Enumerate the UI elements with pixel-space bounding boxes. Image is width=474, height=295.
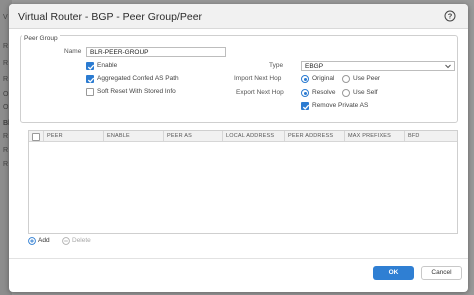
background-letter: O	[3, 91, 9, 98]
background-letter: R	[3, 147, 9, 154]
import-original-label: Original	[312, 75, 335, 82]
export-use-self-label: Use Self	[353, 89, 378, 96]
import-use-peer-label: Use Peer	[353, 75, 381, 82]
enable-checkbox[interactable]	[86, 62, 95, 70]
background-letter: V	[3, 14, 8, 21]
column-header-local-address[interactable]: LOCAL ADDRESS	[222, 131, 284, 142]
background-letter: R	[3, 43, 9, 50]
remove-private-as-checkbox[interactable]	[301, 102, 310, 110]
name-label: Name	[64, 48, 82, 55]
aggregated-confed-checkbox[interactable]	[86, 75, 95, 83]
type-select-value: EBGP	[305, 63, 324, 70]
column-header-peer-address[interactable]: PEER ADDRESS	[284, 131, 344, 142]
cancel-button[interactable]: Cancel	[421, 266, 462, 280]
dialog-title: Virtual Router - BGP - Peer Group/Peer	[18, 11, 203, 23]
column-header-max-prefixes[interactable]: MAX PREFIXES	[344, 131, 404, 142]
plus-circle-icon	[28, 237, 36, 249]
aggregated-confed-label: Aggregated Confed AS Path	[97, 75, 179, 82]
peer-group-legend: Peer Group	[22, 35, 60, 42]
export-resolve-radio[interactable]	[301, 89, 309, 97]
background-letter: R	[3, 60, 9, 67]
background-letter: O	[3, 104, 9, 111]
column-header-peer[interactable]: PEER	[43, 131, 103, 142]
enable-label: Enable	[97, 62, 118, 69]
import-use-peer-radio[interactable]	[342, 75, 350, 83]
import-next-hop-label: Import Next Hop	[234, 75, 282, 82]
import-original-radio[interactable]	[301, 75, 309, 83]
add-button[interactable]: Add	[28, 236, 58, 246]
delete-label: Delete	[72, 237, 91, 244]
type-label: Type	[269, 62, 284, 69]
question-circle-icon[interactable]: ?	[444, 10, 456, 22]
soft-reset-label: Soft Reset With Stored Info	[97, 88, 176, 95]
peer-table: PEER ENABLE PEER AS LOCAL ADDRESS PEER A…	[28, 130, 458, 234]
peer-group-dialog: Virtual Router - BGP - Peer Group/Peer ?…	[9, 4, 468, 292]
select-all-checkbox[interactable]	[32, 132, 40, 141]
add-label: Add	[38, 237, 50, 244]
minus-circle-icon	[62, 237, 70, 249]
dialog-title-bar: Virtual Router - BGP - Peer Group/Peer ?	[9, 4, 468, 29]
delete-button[interactable]: Delete	[62, 236, 102, 246]
column-header-peer-as[interactable]: PEER AS	[163, 131, 222, 142]
peer-table-header: PEER ENABLE PEER AS LOCAL ADDRESS PEER A…	[29, 131, 457, 142]
column-header-enable[interactable]: ENABLE	[103, 131, 163, 142]
chevron-down-icon	[444, 62, 452, 70]
export-resolve-label: Resolve	[312, 89, 336, 96]
name-field[interactable]: BLR-PEER-GROUP	[86, 47, 226, 57]
export-use-self-radio[interactable]	[342, 89, 350, 97]
export-next-hop-label: Export Next Hop	[236, 89, 284, 96]
footer-divider	[9, 258, 468, 259]
soft-reset-checkbox[interactable]	[86, 88, 94, 96]
remove-private-as-label: Remove Private AS	[312, 102, 369, 109]
column-header-bfd[interactable]: BFD	[404, 131, 458, 142]
ok-button[interactable]: OK	[373, 266, 414, 280]
svg-text:?: ?	[448, 12, 453, 21]
background-letter: R	[3, 76, 9, 83]
background-letter: R	[3, 161, 9, 168]
type-select[interactable]: EBGP	[301, 61, 455, 71]
background-letter: R	[3, 133, 9, 140]
